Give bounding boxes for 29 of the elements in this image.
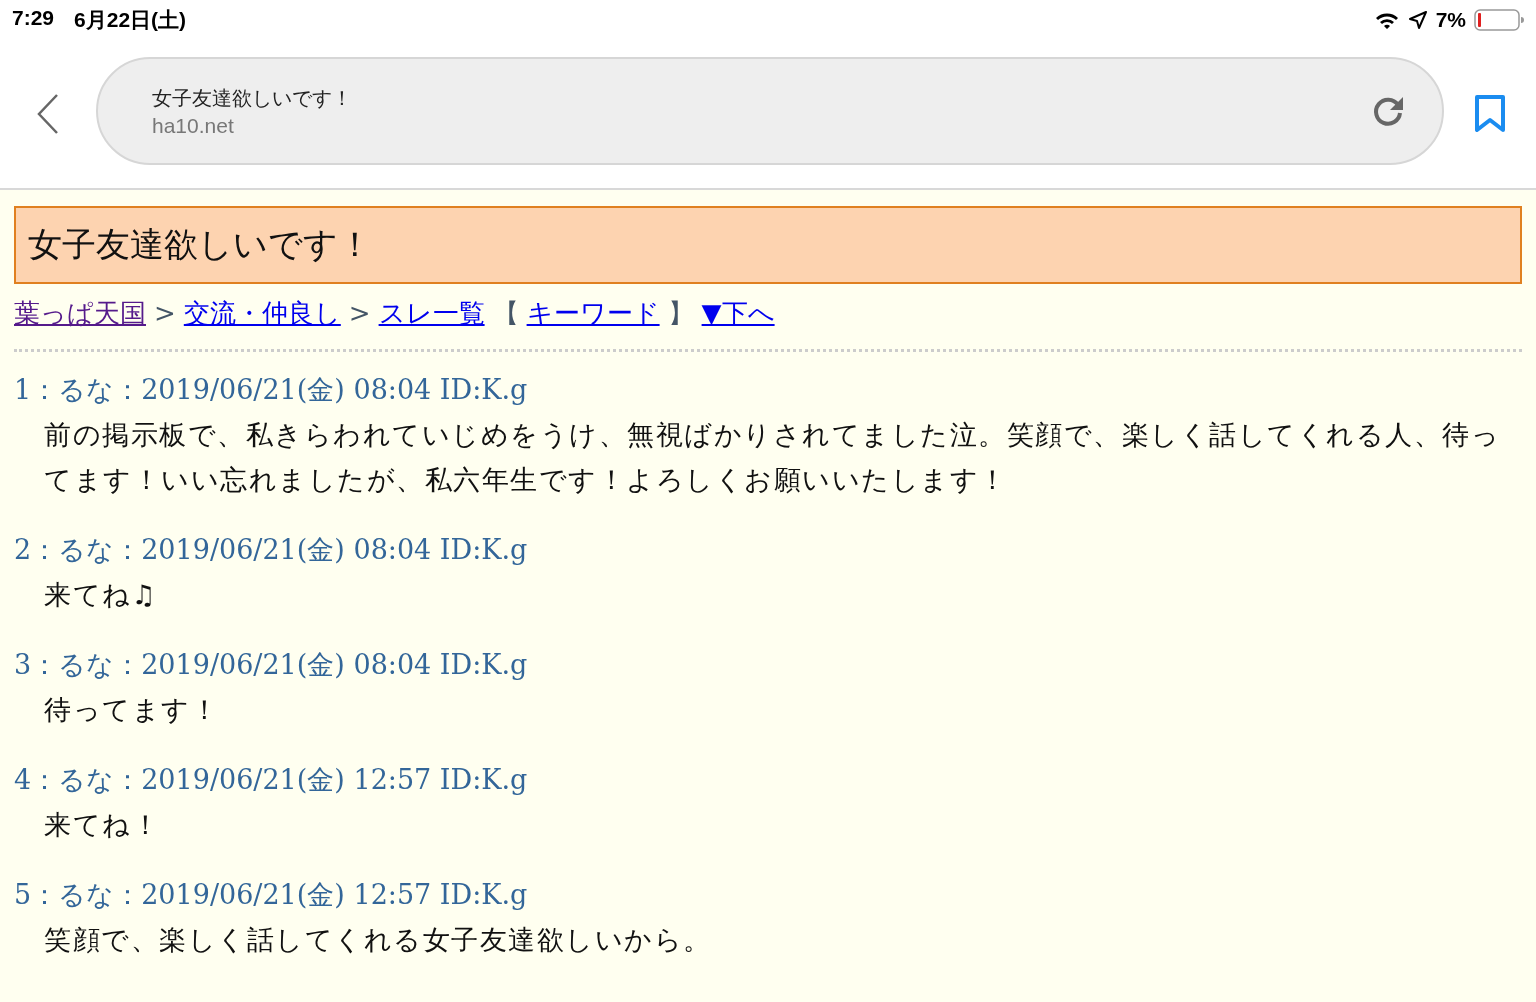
breadcrumb-separator: > xyxy=(154,298,176,328)
post-header: 3：るな：2019/06/21(金) 08:04 ID:K.g xyxy=(14,648,529,682)
post-body: 待ってます！ xyxy=(43,693,220,727)
domain-text: ha10.net xyxy=(152,113,235,138)
post-body: 来てね♫ xyxy=(43,578,159,612)
address-bar[interactable]: 女子友達欲しいです！ ha10.net xyxy=(96,57,1444,165)
breadcrumb-link[interactable]: 交流・仲良し xyxy=(183,296,341,331)
breadcrumb-separator: 【 xyxy=(492,297,519,330)
clock-time: 7:29 xyxy=(12,6,55,31)
date-text: 6月22日(土) xyxy=(74,7,187,33)
post-header: 1：るな：2019/06/21(金) 08:04 ID:K.g xyxy=(14,373,529,407)
post-body: 前の掲示板で、私きらわれていじめをうけ、無視ばかりされてました泣。笑顔で、楽しく話してくれる人、待ってます！いい忘れましたが、私六年生です！よろしくお願いいたします！ xyxy=(43,418,1501,497)
post-body: 笑顔で、楽しく話してくれる女子友達欲しいから。 xyxy=(43,923,713,957)
breadcrumb-link[interactable]: スレ一覧 xyxy=(378,296,485,331)
battery-icon xyxy=(1474,8,1524,32)
page-title: 女子友達欲しいです！ xyxy=(152,84,352,112)
bookmark-icon[interactable] xyxy=(1474,95,1506,133)
post-header: 5：るな：2019/06/21(金) 12:57 ID:K.g xyxy=(14,878,529,912)
thread-title: 女子友達欲しいです！ xyxy=(14,206,1522,284)
battery-percent: 7% xyxy=(1435,8,1466,32)
location-arrow-icon xyxy=(1407,10,1428,30)
breadcrumb-link[interactable]: キーワード xyxy=(526,296,660,331)
breadcrumb-separator: > xyxy=(348,298,371,328)
post-body: 来てね！ xyxy=(43,808,161,842)
breadcrumb-separator: 】 xyxy=(667,297,694,330)
breadcrumb-link[interactable]: ▼下へ xyxy=(701,296,775,331)
breadcrumb-link[interactable]: 葉っぱ天国 xyxy=(14,296,146,331)
post-header: 4：るな：2019/06/21(金) 12:57 ID:K.g xyxy=(14,763,529,797)
post-header: 2：るな：2019/06/21(金) 08:04 ID:K.g xyxy=(14,533,529,567)
